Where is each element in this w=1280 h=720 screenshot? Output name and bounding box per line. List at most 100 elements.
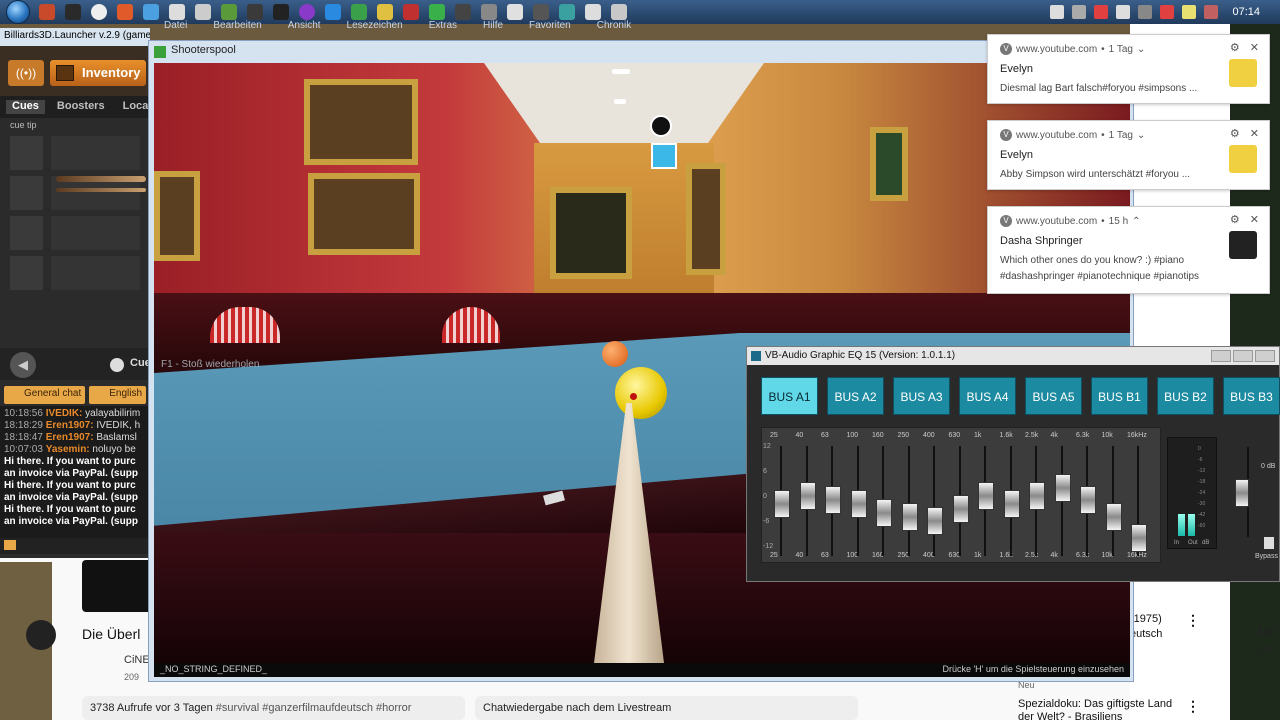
eq-fader-knob[interactable] <box>1131 523 1147 552</box>
menu-item[interactable]: Datei <box>164 20 187 34</box>
eq-fader-knob[interactable] <box>901 502 918 531</box>
tray-icon[interactable] <box>1160 5 1175 19</box>
smile-icon[interactable] <box>651 143 677 169</box>
video-title[interactable]: Die Überl <box>82 626 140 642</box>
tab-boosters[interactable]: Boosters <box>51 100 111 114</box>
tray-icon[interactable] <box>1116 5 1131 19</box>
more-options-icon[interactable]: ⋮ <box>1186 698 1200 715</box>
chevron-down-icon[interactable]: ⌄ <box>1137 44 1145 55</box>
eq-fader-knob[interactable] <box>774 490 790 519</box>
tray-icon[interactable] <box>1138 5 1153 19</box>
more-options-icon[interactable]: ⋮ <box>1186 612 1200 629</box>
cue-slot[interactable] <box>51 256 140 290</box>
video-thumbnail[interactable] <box>82 560 152 612</box>
eq-fader-knob[interactable] <box>952 494 969 523</box>
tray-icon[interactable] <box>1182 5 1197 19</box>
tray-icon[interactable] <box>1204 5 1219 19</box>
gear-icon[interactable]: ⚙ <box>1230 127 1240 140</box>
channel-avatar[interactable] <box>26 620 56 650</box>
bus-button[interactable]: BUS A1 <box>761 377 818 415</box>
wifi-icon[interactable]: ((•)) <box>8 60 44 86</box>
video-description-box[interactable]: 3738 Aufrufe vor 3 Tagen #survival #ganz… <box>82 696 465 720</box>
close-button[interactable] <box>1255 350 1275 362</box>
eq-fader-knob[interactable] <box>1054 473 1071 502</box>
close-icon[interactable]: ✕ <box>1250 213 1259 226</box>
app-icon[interactable] <box>325 4 341 20</box>
eq-fader-knob[interactable] <box>1080 486 1096 515</box>
cue-slot[interactable] <box>51 216 140 250</box>
chat-nick[interactable]: Eren1907: <box>46 420 94 431</box>
notification[interactable]: V www.youtube.com • 1 Tag ⌄ ⚙ ✕ Evelyn D… <box>987 34 1270 104</box>
app-icon[interactable] <box>169 4 185 20</box>
notification[interactable]: V www.youtube.com • 15 h ⌃ ⚙ ✕ Dasha Shp… <box>987 206 1270 294</box>
cue-slot[interactable] <box>51 136 140 170</box>
video-tags[interactable]: #survival #ganzerfilmaufdeutsch #horror <box>216 702 412 714</box>
cue-slot[interactable] <box>10 136 44 170</box>
tray-icon[interactable] <box>1094 5 1109 19</box>
app-icon[interactable] <box>39 4 55 20</box>
gain-fader-knob[interactable] <box>1235 479 1249 507</box>
maximize-button[interactable] <box>1233 350 1253 362</box>
gear-icon[interactable]: ⚙ <box>1230 213 1240 226</box>
app-icon[interactable] <box>143 4 159 20</box>
chat-input[interactable] <box>0 538 150 554</box>
app-icon[interactable] <box>247 4 263 20</box>
app-icon[interactable] <box>533 4 549 20</box>
eq-fader-knob[interactable] <box>1029 482 1045 510</box>
menu-item[interactable]: Lesezeichen <box>347 20 403 34</box>
minimize-button[interactable] <box>1211 350 1231 362</box>
eq-fader-knob[interactable] <box>1105 502 1122 531</box>
app-icon[interactable] <box>91 4 107 20</box>
notification[interactable]: V www.youtube.com • 1 Tag ⌄ ⚙ ✕ Evelyn A… <box>987 120 1270 190</box>
cue-ball[interactable] <box>615 367 667 419</box>
app-icon[interactable] <box>117 4 133 20</box>
chevron-up-icon[interactable]: ⌃ <box>1132 216 1140 227</box>
app-icon[interactable] <box>455 4 471 20</box>
bus-button[interactable]: BUS A5 <box>1025 377 1082 415</box>
eq-fader-knob[interactable] <box>876 498 892 527</box>
eq-fader-knob[interactable] <box>978 482 994 510</box>
app-icon[interactable] <box>611 4 627 20</box>
app-icon[interactable] <box>351 4 367 20</box>
channel-name[interactable]: CiNE <box>124 654 150 666</box>
chat-nick[interactable]: Eren1907: <box>46 432 94 443</box>
app-icon[interactable] <box>559 4 575 20</box>
bus-button[interactable]: BUS B3 <box>1223 377 1280 415</box>
cue-slot[interactable] <box>10 256 44 290</box>
tab-english-chat[interactable]: English <box>89 386 147 404</box>
app-icon[interactable] <box>429 4 445 20</box>
eq-fader-knob[interactable] <box>850 490 867 519</box>
menu-item[interactable]: Chronik <box>597 20 631 34</box>
eq-fader-knob[interactable] <box>927 507 943 535</box>
bus-button[interactable]: BUS A3 <box>893 377 950 415</box>
chat-nick[interactable]: IVEDIK: <box>46 408 83 419</box>
close-icon[interactable]: ✕ <box>1250 41 1259 54</box>
menu-item[interactable]: Bearbeiten <box>213 20 261 34</box>
app-icon[interactable] <box>507 4 523 20</box>
sidebar-video-item-2[interactable]: Spezialdoku: Das giftigste Land der Welt… <box>1018 698 1188 720</box>
back-arrow-icon[interactable]: ◀ <box>10 352 36 378</box>
gear-icon[interactable]: ⚙ <box>1230 41 1240 54</box>
clock[interactable]: 07:14 <box>1232 6 1260 18</box>
app-icon[interactable] <box>403 4 419 20</box>
app-icon[interactable] <box>65 4 81 20</box>
chat-replay-box[interactable]: Chatwiedergabe nach dem Livestream <box>475 696 858 720</box>
bus-button[interactable]: BUS B2 <box>1157 377 1214 415</box>
bypass-toggle[interactable] <box>1264 537 1274 549</box>
app-icon[interactable] <box>299 4 315 20</box>
bulb-icon[interactable] <box>650 115 672 137</box>
bus-button[interactable]: BUS B1 <box>1091 377 1148 415</box>
tab-general-chat[interactable]: General chat <box>4 386 86 404</box>
menu-item[interactable]: Hilfe <box>483 20 503 34</box>
tray-icon[interactable] <box>1050 5 1065 19</box>
chat-nick[interactable]: Yasemin: <box>46 444 90 455</box>
chevron-down-icon[interactable]: ⌄ <box>1137 130 1145 141</box>
eq-fader-knob[interactable] <box>825 486 841 515</box>
tray-icon[interactable] <box>1072 5 1087 19</box>
eq-fader-knob[interactable] <box>1003 490 1020 519</box>
menu-item[interactable]: Ansicht <box>288 20 321 34</box>
app-icon[interactable] <box>221 4 237 20</box>
start-button[interactable] <box>6 0 30 24</box>
tab-cues[interactable]: Cues <box>6 100 45 114</box>
app-icon[interactable] <box>273 4 289 20</box>
